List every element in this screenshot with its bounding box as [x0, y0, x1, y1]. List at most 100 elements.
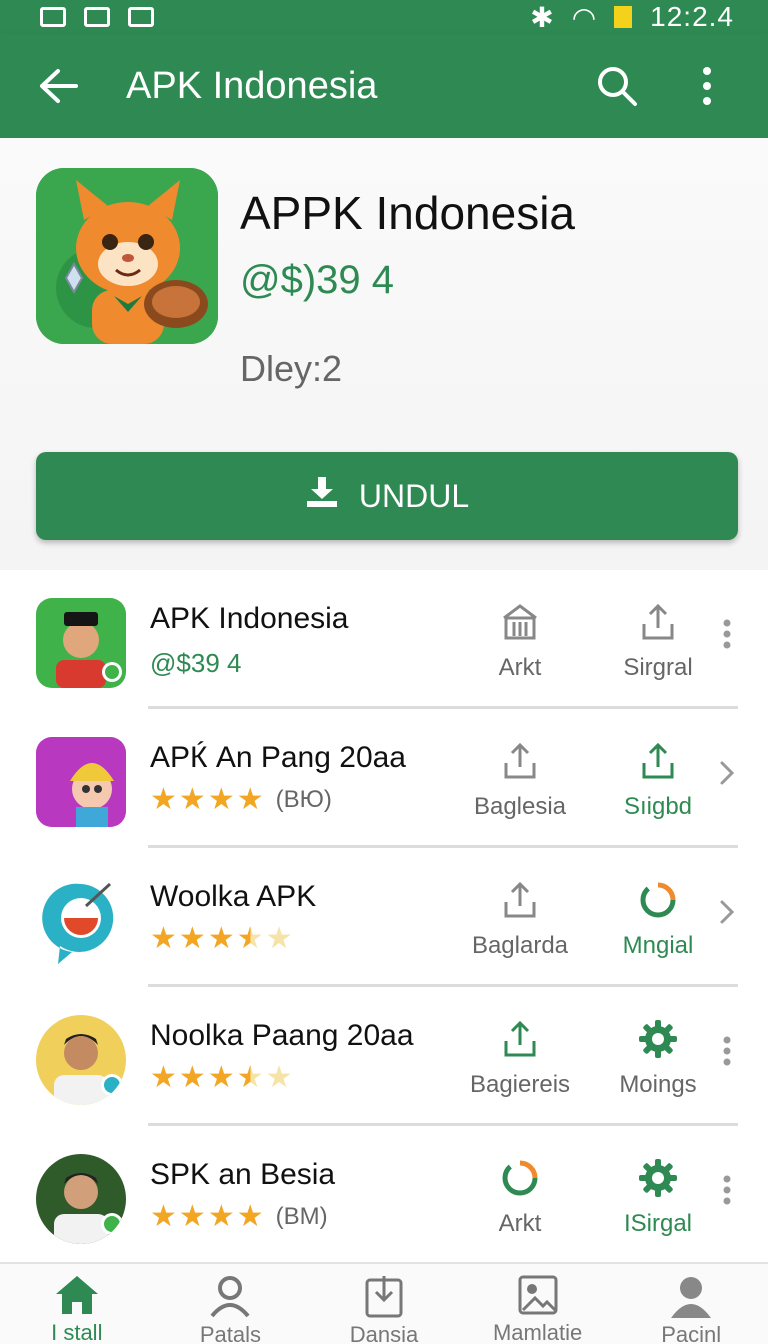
battery-icon: [614, 6, 633, 28]
action-label: ISirgal: [623, 1210, 693, 1237]
chevron-right-icon[interactable]: [712, 753, 742, 793]
list-item[interactable]: Noolka Paang 20aa ★ ★ ★ ★ ★ Bagiereis Mo…: [0, 987, 768, 1126]
share-icon: [636, 739, 680, 783]
star-icon: ★: [236, 1200, 264, 1233]
share-icon: [498, 1017, 542, 1061]
star-icon: ★: [178, 1061, 206, 1094]
action-button[interactable]: Arkt: [460, 600, 580, 682]
nav-label: Dansia: [349, 1322, 419, 1344]
app-price: @$39 4: [150, 648, 242, 678]
star-icon: ★: [150, 783, 177, 816]
share-icon: [498, 878, 542, 922]
rating-count: (BM): [275, 1203, 328, 1230]
action-button[interactable]: ISirgal: [598, 1156, 718, 1238]
nav-item-patals[interactable]: Patals: [154, 1264, 308, 1344]
star-empty-icon: ★: [265, 1061, 293, 1094]
rating-stars: ★ ★ ★ ★ ★: [150, 924, 293, 954]
app-icon: [36, 168, 218, 344]
nav-item-pacinl[interactable]: Pacinl: [614, 1264, 768, 1344]
wifi-icon: ◠: [571, 1, 597, 33]
download-box-icon: [359, 1274, 409, 1318]
action-label: Bagiereis: [469, 1071, 571, 1098]
action-button[interactable]: Sıigbd: [598, 739, 718, 821]
app-version: Dley:2: [240, 348, 343, 389]
bottom-navigation: I stall Patals Dansia Mamlatie Pacinl: [0, 1262, 768, 1344]
nav-label: Patals: [199, 1322, 261, 1344]
star-icon: ★: [150, 1061, 177, 1094]
star-icon: ★: [178, 922, 206, 955]
app-name: APPK Indonesia: [240, 187, 576, 239]
app-title: SPK an Besia: [150, 1158, 336, 1191]
action-button[interactable]: Baglesia: [460, 739, 580, 821]
action-label: Arkt: [498, 654, 542, 681]
rating-count: (BЮ): [275, 786, 332, 813]
list-item[interactable]: SPK an Besia ★ ★ ★ ★ (BM) Arkt ISirgal: [0, 1126, 768, 1265]
star-icon: ★: [207, 1061, 235, 1094]
rating-stars: ★ ★ ★ ★ ★: [150, 1063, 293, 1093]
star-icon: ★: [207, 922, 235, 955]
star-icon: ★: [178, 1200, 206, 1233]
action-label: Baglarda: [471, 932, 569, 959]
status-time: 12:2.4: [650, 1, 734, 32]
app-thumbnail: [36, 598, 126, 688]
list-item[interactable]: Woolka APK ★ ★ ★ ★ ★ Baglarda Mngial: [0, 848, 768, 987]
star-icon: ★: [207, 783, 235, 816]
rating-stars: ★ ★ ★ ★ (BЮ): [150, 785, 332, 815]
app-header-card: APPK Indonesia @$)39 4 Dley:2 UNDUL: [0, 138, 768, 570]
download-icon: [305, 475, 339, 517]
action-button[interactable]: Arkt: [460, 1156, 580, 1238]
rating-stars: ★ ★ ★ ★ (BM): [150, 1202, 328, 1232]
more-vert-icon[interactable]: [712, 1170, 742, 1210]
home-icon: [52, 1274, 102, 1316]
nav-label: I stall: [51, 1320, 103, 1344]
action-button[interactable]: Moings: [598, 1017, 718, 1099]
app-title: Noolka Paang 20aa: [150, 1019, 414, 1052]
action-label: Mngial: [622, 932, 694, 959]
app-bar-title: APK Indonesia: [126, 64, 378, 107]
install-button[interactable]: UNDUL: [36, 452, 738, 540]
search-icon[interactable]: [592, 61, 642, 111]
gear-icon: [636, 1156, 680, 1200]
star-icon: ★: [178, 783, 206, 816]
star-icon: ★: [236, 783, 264, 816]
star-empty-icon: ★: [265, 922, 293, 955]
action-label: Moings: [619, 1071, 697, 1098]
list-item[interactable]: APK Indonesia @$39 4 Arkt Sirgral: [0, 570, 768, 709]
action-button[interactable]: Sirgral: [598, 600, 718, 682]
app-bar: APK Indonesia: [0, 34, 768, 138]
share-icon: [636, 600, 680, 644]
nav-label: Mamlatie: [492, 1320, 583, 1344]
more-vert-icon[interactable]: [712, 614, 742, 654]
status-bar: ✱ ◠ 12:2.4: [0, 0, 768, 34]
app-title: Woolka APK: [150, 880, 317, 913]
action-label: Arkt: [498, 1210, 542, 1237]
chevron-right-icon[interactable]: [712, 892, 742, 932]
app-title: APK Indonesia: [150, 602, 349, 635]
nav-item-mamlatie[interactable]: Mamlatie: [461, 1264, 615, 1344]
bluetooth-icon: ✱: [530, 1, 554, 33]
nav-label: Pacinl: [661, 1322, 722, 1344]
action-label: Sıigbd: [623, 793, 693, 820]
star-icon: ★: [207, 1200, 235, 1233]
action-button[interactable]: Baglarda: [460, 878, 580, 960]
app-price: @$)39 4: [240, 258, 395, 302]
arrow-left-icon[interactable]: [36, 64, 80, 108]
app-thumbnail: [36, 1154, 126, 1244]
progress-ring-icon: [636, 878, 680, 922]
star-half-icon: ★: [236, 922, 264, 955]
more-vert-icon[interactable]: [712, 1031, 742, 1071]
nav-item-dansia[interactable]: Dansia: [307, 1264, 461, 1344]
install-label: UNDUL: [358, 477, 470, 514]
app-thumbnail: [36, 737, 126, 827]
action-button[interactable]: Mngial: [598, 878, 718, 960]
mail-icon: [84, 7, 110, 27]
action-button[interactable]: Bagiereis: [460, 1017, 580, 1099]
more-vert-icon[interactable]: [682, 61, 732, 111]
app-notification-icon: [128, 7, 154, 27]
action-label: Baglesia: [473, 793, 567, 820]
star-half-icon: ★: [236, 1061, 264, 1094]
app-list: APK Indonesia @$39 4 Arkt Sirgral APЌ An…: [0, 570, 768, 1265]
list-item[interactable]: APЌ An Pang 20aa ★ ★ ★ ★ (BЮ) Baglesia S…: [0, 709, 768, 848]
image-icon: [513, 1274, 563, 1316]
nav-item-install[interactable]: I stall: [0, 1264, 154, 1344]
